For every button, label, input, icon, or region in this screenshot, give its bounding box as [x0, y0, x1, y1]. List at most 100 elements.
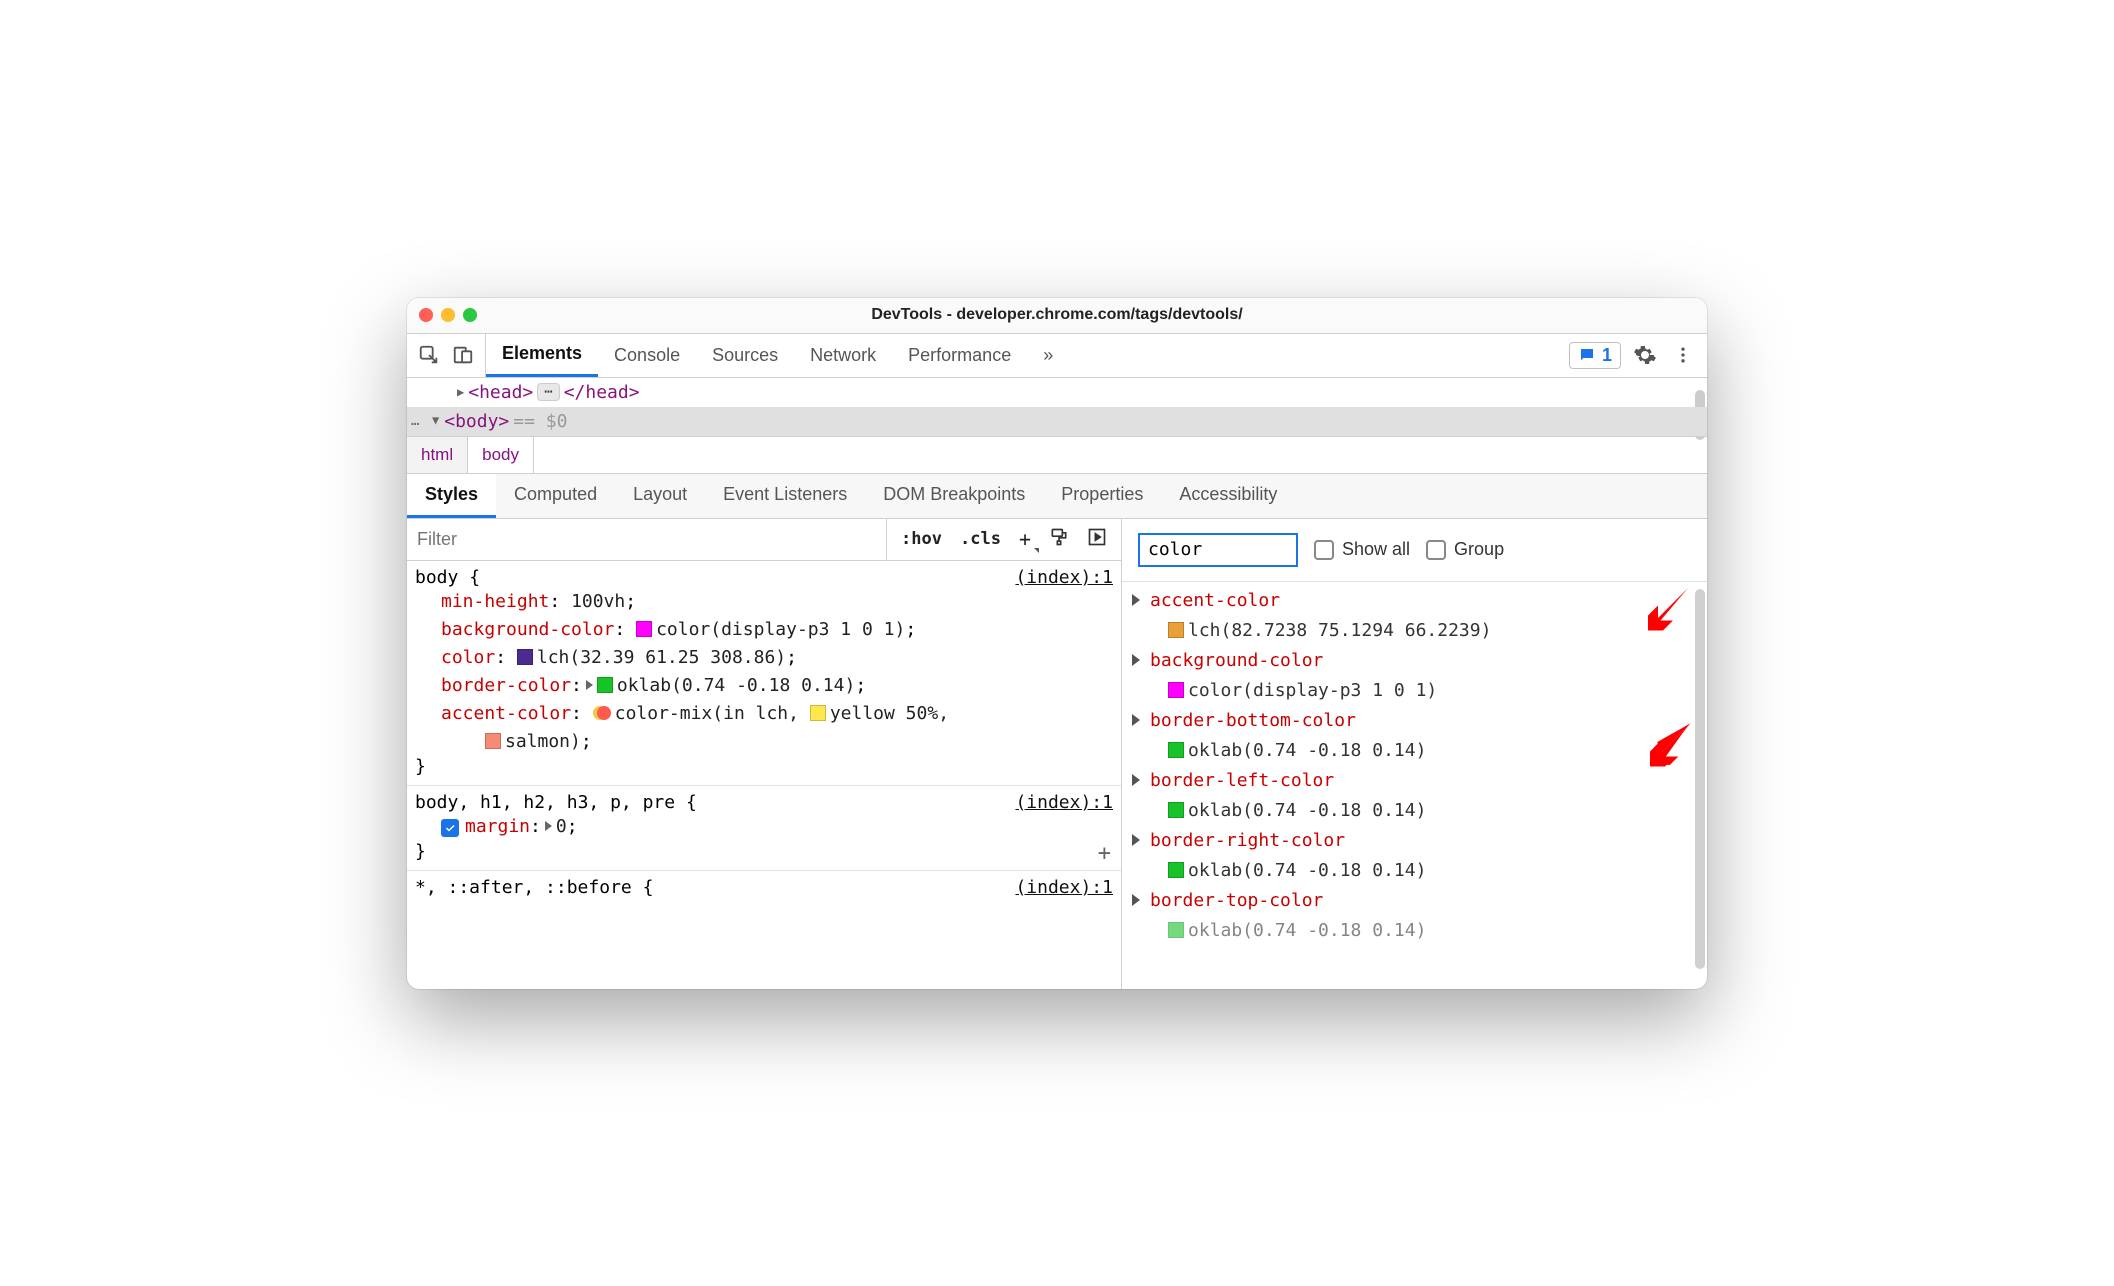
- tab-elements[interactable]: Elements: [486, 334, 598, 377]
- sidebar-subtabs: Styles Computed Layout Event Listeners D…: [407, 474, 1707, 519]
- styles-filter-input[interactable]: [407, 519, 886, 560]
- rules-list: (index):1 body { min-height: 100vh; back…: [407, 561, 1121, 989]
- expand-arrow-icon[interactable]: [1132, 894, 1140, 906]
- rule-block: (index):1 *, ::after, ::before {: [407, 871, 1121, 906]
- subtab-event-listeners[interactable]: Event Listeners: [705, 474, 865, 518]
- decl-prop[interactable]: accent-color: [441, 703, 571, 724]
- computed-property[interactable]: border-top-color oklab(0.74 -0.18 0.14): [1132, 886, 1697, 946]
- computed-property[interactable]: border-left-color oklab(0.74 -0.18 0.14): [1132, 766, 1697, 826]
- tab-console[interactable]: Console: [598, 334, 696, 377]
- color-swatch[interactable]: [810, 705, 826, 721]
- color-swatch[interactable]: [1168, 682, 1184, 698]
- dom-node-body-selected[interactable]: … ▶ <body> == $0: [407, 407, 1707, 436]
- scrollbar-thumb[interactable]: [1695, 589, 1705, 969]
- device-toolbar-icon[interactable]: [449, 341, 477, 369]
- color-swatch[interactable]: [1168, 802, 1184, 818]
- dom-more-icon[interactable]: …: [411, 413, 419, 429]
- expand-arrow-icon[interactable]: [1132, 774, 1140, 786]
- inspect-element-icon[interactable]: [415, 341, 443, 369]
- property-enabled-checkbox[interactable]: [441, 819, 459, 837]
- kebab-menu-icon[interactable]: [1669, 341, 1697, 369]
- cls-toggle[interactable]: .cls: [956, 529, 1005, 549]
- color-swatch[interactable]: [485, 733, 501, 749]
- group-toggle[interactable]: Group: [1426, 539, 1504, 560]
- rule-source-link[interactable]: (index):1: [1015, 877, 1113, 898]
- subtab-layout[interactable]: Layout: [615, 474, 705, 518]
- decl-prop[interactable]: min-height: [441, 591, 549, 612]
- computed-filter-row: Show all Group: [1122, 519, 1707, 582]
- main-toolbar: Elements Console Sources Network Perform…: [407, 334, 1707, 378]
- rule-selector[interactable]: body: [415, 792, 458, 813]
- minimize-window-button[interactable]: [441, 308, 455, 322]
- pane-container: :hov .cls + (index):1 body { min-heigh: [407, 519, 1707, 989]
- decl-prop[interactable]: margin: [465, 816, 530, 837]
- expand-arrow-icon[interactable]: ▶: [457, 385, 464, 399]
- computed-property[interactable]: accent-color lch(82.7238 75.1294 66.2239…: [1132, 586, 1697, 646]
- rule-block: (index):1 body { min-height: 100vh; back…: [407, 561, 1121, 786]
- decl-prop[interactable]: background-color: [441, 619, 614, 640]
- color-swatch[interactable]: [1168, 622, 1184, 638]
- crumb-html[interactable]: html: [407, 437, 468, 473]
- tab-network[interactable]: Network: [794, 334, 892, 377]
- rule-selector[interactable]: *, ::after, ::before: [415, 877, 632, 898]
- color-swatch[interactable]: [1168, 742, 1184, 758]
- messages-badge[interactable]: 1: [1569, 342, 1621, 369]
- color-mix-swatch[interactable]: [593, 704, 611, 722]
- color-swatch[interactable]: [1168, 862, 1184, 878]
- styles-filter-row: :hov .cls +: [407, 519, 1121, 561]
- styles-filter-actions: :hov .cls +: [886, 519, 1121, 560]
- devtools-window: DevTools - developer.chrome.com/tags/dev…: [407, 298, 1707, 989]
- expand-arrow-icon[interactable]: [1132, 834, 1140, 846]
- color-swatch[interactable]: [636, 621, 652, 637]
- new-style-rule-icon[interactable]: +: [1015, 527, 1035, 551]
- styles-pane: :hov .cls + (index):1 body { min-heigh: [407, 519, 1122, 989]
- dom-tree: ▶ <head> ⋯ </head> … ▶ <body> == $0: [407, 378, 1707, 437]
- computed-property[interactable]: border-right-color oklab(0.74 -0.18 0.14…: [1132, 826, 1697, 886]
- rule-selector[interactable]: body: [415, 567, 458, 588]
- hov-toggle[interactable]: :hov: [897, 529, 946, 549]
- tabs-overflow-icon[interactable]: »: [1027, 334, 1069, 377]
- color-swatch[interactable]: [597, 677, 613, 693]
- computed-property[interactable]: background-color color(display-p3 1 0 1): [1132, 646, 1697, 706]
- expand-arrow-icon[interactable]: [1132, 654, 1140, 666]
- panel-tabs: Elements Console Sources Network Perform…: [486, 334, 1559, 377]
- computed-property[interactable]: border-bottom-color oklab(0.74 -0.18 0.1…: [1132, 706, 1697, 766]
- computed-list: accent-color lch(82.7238 75.1294 66.2239…: [1122, 582, 1707, 956]
- expand-shorthand-icon[interactable]: [586, 680, 593, 690]
- play-in-box-icon[interactable]: [1083, 527, 1111, 552]
- maximize-window-button[interactable]: [463, 308, 477, 322]
- close-window-button[interactable]: [419, 308, 433, 322]
- tab-performance[interactable]: Performance: [892, 334, 1027, 377]
- paint-icon[interactable]: [1045, 527, 1073, 552]
- messages-count: 1: [1602, 345, 1612, 366]
- color-swatch[interactable]: [517, 649, 533, 665]
- collapsed-ellipsis[interactable]: ⋯: [537, 383, 559, 401]
- checkbox-icon[interactable]: [1426, 540, 1446, 560]
- expand-arrow-icon[interactable]: [1132, 594, 1140, 606]
- tab-sources[interactable]: Sources: [696, 334, 794, 377]
- show-all-toggle[interactable]: Show all: [1314, 539, 1410, 560]
- expand-shorthand-icon[interactable]: [545, 821, 552, 831]
- subtab-styles[interactable]: Styles: [407, 474, 496, 518]
- rule-source-link[interactable]: (index):1: [1015, 567, 1113, 588]
- subtab-computed[interactable]: Computed: [496, 474, 615, 518]
- window-title: DevTools - developer.chrome.com/tags/dev…: [407, 306, 1707, 324]
- subtab-accessibility[interactable]: Accessibility: [1161, 474, 1295, 518]
- decl-prop[interactable]: color: [441, 647, 495, 668]
- computed-filter-input[interactable]: [1138, 533, 1298, 567]
- crumb-body[interactable]: body: [468, 437, 534, 473]
- rule-source-link[interactable]: (index):1: [1015, 792, 1113, 813]
- subtab-properties[interactable]: Properties: [1043, 474, 1161, 518]
- add-property-icon[interactable]: +: [1098, 841, 1111, 866]
- traffic-lights: [419, 308, 477, 322]
- computed-pane: Show all Group accent-color lch(82.7238 …: [1122, 519, 1707, 989]
- subtab-dom-breakpoints[interactable]: DOM Breakpoints: [865, 474, 1043, 518]
- checkbox-icon[interactable]: [1314, 540, 1334, 560]
- expand-arrow-icon[interactable]: [1132, 714, 1140, 726]
- annotation-arrow-icon: [1643, 583, 1693, 638]
- decl-prop[interactable]: border-color: [441, 675, 571, 696]
- color-swatch[interactable]: [1168, 922, 1184, 938]
- collapse-arrow-icon[interactable]: ▶: [430, 417, 444, 424]
- dom-node-head[interactable]: ▶ <head> ⋯ </head>: [407, 378, 1707, 407]
- settings-gear-icon[interactable]: [1631, 341, 1659, 369]
